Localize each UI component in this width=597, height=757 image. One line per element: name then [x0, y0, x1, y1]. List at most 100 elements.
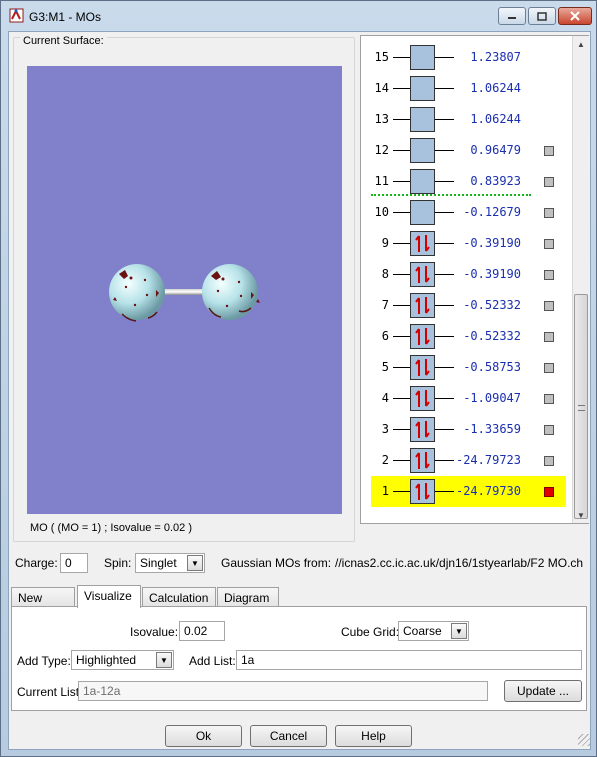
mo-select-checkbox[interactable]	[544, 332, 554, 342]
dialog-client: Current Surface: MO ((MO = 1) ; Isovalu…	[8, 31, 591, 750]
mo-select-checkbox[interactable]	[544, 239, 554, 249]
mo-energy-value: -0.39190	[463, 267, 521, 281]
mo-level-row[interactable]: 2 -24.79723	[361, 445, 571, 476]
mo-select-checkbox[interactable]	[544, 363, 554, 373]
mo-level-row[interactable]: 5 -0.58753	[361, 352, 571, 383]
tab-new-mos[interactable]: New MOs	[11, 587, 75, 619]
add-type-select[interactable]: Highlighted ▼	[71, 650, 174, 670]
update-button[interactable]: Update ...	[504, 680, 582, 702]
molecule-viewport[interactable]	[27, 66, 342, 514]
mo-number: 6	[381, 329, 389, 343]
electron-pair-icon	[415, 235, 430, 252]
scroll-down-button[interactable]: ▼	[573, 507, 589, 523]
isovalue-input[interactable]: 0.02	[179, 621, 225, 641]
mo-select-checkbox[interactable]	[544, 270, 554, 280]
mo-level-box[interactable]	[410, 169, 435, 194]
mo-level-row[interactable]: 1 -24.79730	[371, 476, 566, 507]
tab-diagram[interactable]: Diagram	[217, 587, 279, 607]
mo-level-line	[393, 274, 410, 275]
mo-level-box[interactable]	[410, 138, 435, 163]
charge-input[interactable]: 0	[60, 553, 88, 573]
mo-number: 4	[381, 391, 389, 405]
mo-select-checkbox[interactable]	[544, 208, 554, 218]
add-list-input[interactable]: 1a	[236, 650, 582, 670]
fluorine-atom-right	[202, 264, 258, 320]
mo-level-line	[393, 305, 410, 306]
chevron-down-icon: ▼	[577, 510, 585, 520]
minimize-button[interactable]	[498, 7, 526, 25]
current-surface-legend: Current Surface:	[20, 35, 107, 47]
add-type-label: Add Type:	[17, 654, 71, 668]
chevron-down-icon[interactable]: ▼	[156, 652, 172, 668]
mo-level-box[interactable]	[410, 324, 435, 349]
mo-level-box[interactable]	[410, 231, 435, 256]
mo-level-row[interactable]: 11 0.83923	[361, 166, 571, 197]
mo-level-box[interactable]	[410, 200, 435, 225]
mo-level-box[interactable]	[410, 76, 435, 101]
chevron-up-icon: ▲	[577, 39, 585, 49]
cancel-button[interactable]: Cancel	[250, 725, 327, 747]
mo-select-checkbox[interactable]	[544, 425, 554, 435]
mo-level-row[interactable]: 13 1.06244	[361, 104, 571, 135]
help-button[interactable]: Help	[335, 725, 412, 747]
current-list-label: Current List:	[17, 685, 83, 699]
grip-icon	[578, 405, 585, 411]
mo-level-box[interactable]	[410, 417, 435, 442]
mo-level-row[interactable]: 9 -0.39190	[361, 228, 571, 259]
mo-level-row[interactable]: 10 -0.12679	[361, 197, 571, 228]
mo-level-box[interactable]	[410, 479, 435, 504]
mo-level-box[interactable]	[410, 293, 435, 318]
mo-level-box[interactable]	[410, 107, 435, 132]
mo-number: 7	[381, 298, 389, 312]
scroll-thumb[interactable]	[574, 294, 588, 519]
mo-energy-value: -1.09047	[463, 391, 521, 405]
mo-energy-value: 1.23807	[470, 50, 521, 64]
mo-energy-value: -24.79730	[455, 484, 521, 498]
mo-level-row[interactable]: 8 -0.39190	[361, 259, 571, 290]
resize-grip-icon[interactable]	[578, 734, 590, 746]
current-surface-group: Current Surface: MO ((MO = 1) ; Isovalu…	[13, 35, 355, 542]
tab-calculation[interactable]: Calculation	[142, 587, 216, 607]
title-bar[interactable]: G3:M1 - MOs	[1, 1, 596, 31]
mo-level-row[interactable]: 3 -1.33659	[361, 414, 571, 445]
chevron-down-icon[interactable]: ▼	[451, 623, 467, 639]
mo-select-checkbox[interactable]	[544, 146, 554, 156]
visualize-pane: Isovalue: 0.02 Cube Grid: Coarse ▼ Add T…	[11, 606, 587, 711]
mo-level-line	[393, 150, 410, 151]
mo-level-row[interactable]: 15 1.23807	[361, 42, 571, 73]
mo-level-row[interactable]: 12 0.96479	[361, 135, 571, 166]
mo-level-row[interactable]: 4 -1.09047	[361, 383, 571, 414]
mo-level-box[interactable]	[410, 386, 435, 411]
mo-select-checkbox[interactable]	[544, 301, 554, 311]
mo-number: 13	[374, 112, 389, 126]
mo-level-box[interactable]	[410, 448, 435, 473]
diagram-scrollbar[interactable]: ▲ ▼	[572, 36, 589, 523]
mo-level-box[interactable]	[410, 355, 435, 380]
cube-grid-select[interactable]: Coarse ▼	[398, 621, 469, 641]
mo-level-row[interactable]: 7 -0.52332	[361, 290, 571, 321]
mo-energy-value: 0.83923	[470, 174, 521, 188]
mo-level-line	[393, 460, 410, 461]
tab-visualize[interactable]: Visualize	[77, 585, 141, 608]
mo-select-checkbox[interactable]	[544, 487, 554, 497]
mo-select-checkbox[interactable]	[544, 394, 554, 404]
chevron-down-icon[interactable]: ▼	[187, 555, 203, 571]
ok-button[interactable]: Ok	[165, 725, 242, 747]
scroll-up-button[interactable]: ▲	[573, 36, 589, 52]
mo-level-line	[393, 398, 410, 399]
mo-level-row[interactable]: 14 1.06244	[361, 73, 571, 104]
spin-select[interactable]: Singlet ▼	[135, 553, 205, 573]
mo-level-box[interactable]	[410, 262, 435, 287]
dialog-buttons: Ok Cancel Help	[9, 718, 592, 748]
charge-label: Charge:	[15, 556, 58, 570]
mo-select-checkbox[interactable]	[544, 456, 554, 466]
mo-level-row[interactable]: 6 -0.52332	[361, 321, 571, 352]
mo-energy-diagram[interactable]: 15 1.23807 14 1.06244 13 1.06244 12 0.96479 11 0.…	[360, 35, 589, 524]
mo-select-checkbox[interactable]	[544, 177, 554, 187]
close-button[interactable]	[558, 7, 592, 25]
window-title: G3:M1 - MOs	[29, 10, 102, 24]
mo-level-box[interactable]	[410, 45, 435, 70]
mo-energy-value: -0.58753	[463, 360, 521, 374]
current-list-field: 1a-12a	[78, 681, 488, 701]
maximize-button[interactable]	[528, 7, 556, 25]
